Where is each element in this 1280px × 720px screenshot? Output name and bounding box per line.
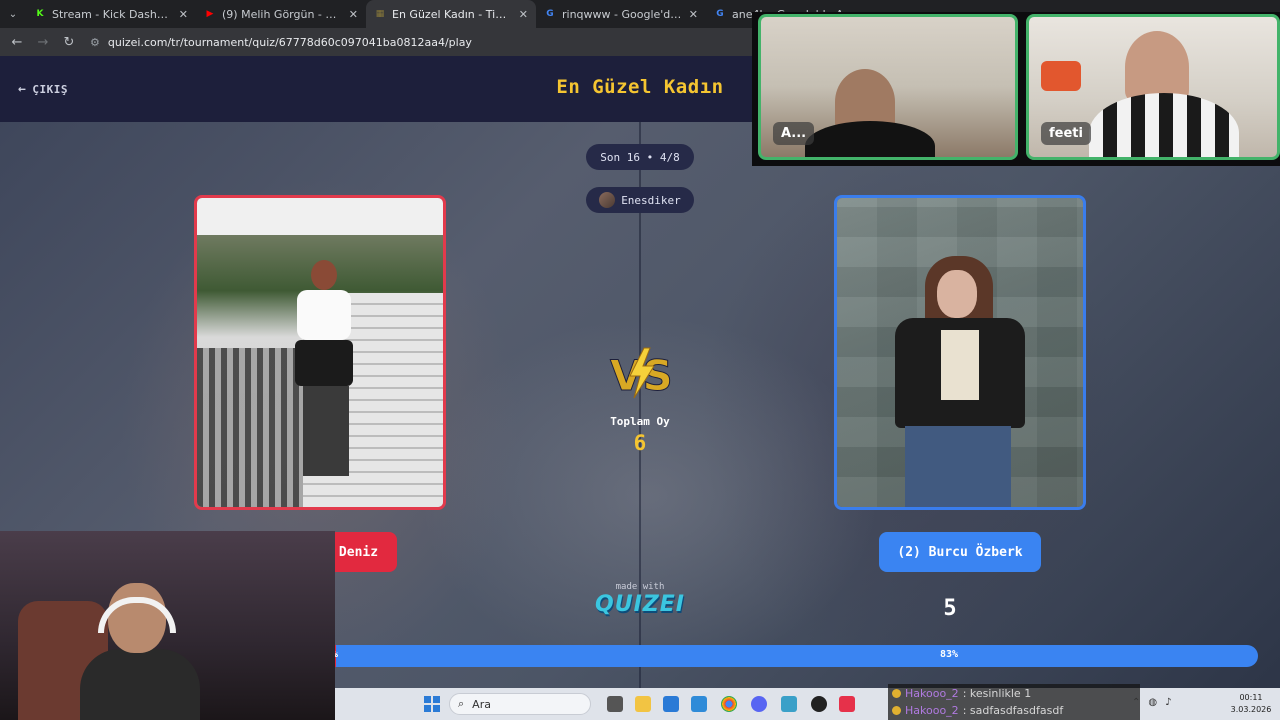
vote-progress-bar: % 83%	[320, 645, 1258, 667]
avatar	[599, 192, 616, 208]
chat-username: Hakooo_2	[905, 704, 959, 717]
search-icon: ⌕	[458, 697, 465, 710]
forward-button[interactable]: →	[32, 31, 54, 53]
app-icon[interactable]	[839, 696, 855, 712]
close-icon[interactable]: ✕	[179, 8, 188, 21]
made-with-label: made with	[615, 582, 665, 592]
username: Enesdiker	[621, 193, 681, 207]
chat-message: Hakooo_2 : sadfasdfasdfasdf	[892, 702, 1136, 719]
store-icon[interactable]	[663, 696, 679, 712]
chat-overlay: Hakooo_2 : kesinlikle 1 Hakooo_2 : sadfa…	[888, 684, 1140, 720]
right-contestant-name-button[interactable]: (2) Burcu Özberk	[879, 532, 1041, 572]
discord-icon[interactable]	[751, 696, 767, 712]
chat-text: : sadfasdfasdfasdf	[962, 704, 1064, 717]
google-icon: G	[546, 9, 554, 19]
site-info-icon[interactable]: ⚙	[90, 36, 100, 49]
badge-icon	[892, 689, 901, 698]
left-contestant-photo	[197, 198, 443, 507]
notepad-icon[interactable]	[781, 696, 797, 712]
system-clock[interactable]: 00:11 3.03.2026	[1226, 692, 1276, 716]
file-explorer-icon[interactable]	[635, 696, 651, 712]
arrow-left-icon: ←	[18, 82, 27, 97]
back-button[interactable]: ←	[6, 31, 28, 53]
close-icon[interactable]: ✕	[689, 8, 698, 21]
exit-label: ÇIKIŞ	[32, 83, 68, 96]
tab-title: rinqwww - Google'da Ara	[562, 7, 683, 21]
volume-icon[interactable]: ♪	[1165, 697, 1171, 708]
total-votes-value: 6	[633, 431, 647, 455]
tab-list: K Stream - Kick Dashboard ✕ ▶ (9) Melih Görg…	[26, 0, 876, 28]
chat-text: : kesinlikle 1	[962, 687, 1032, 700]
right-contestant-photo	[837, 198, 1083, 507]
obs-icon[interactable]	[811, 696, 827, 712]
round-badge: Son 16 • 4/8	[586, 144, 694, 170]
close-icon[interactable]: ✕	[519, 8, 528, 21]
browser-tab[interactable]: Grinqwww - Google'da Ara ✕	[536, 0, 706, 28]
chat-username: Hakooo_2	[905, 687, 959, 700]
taskbar-search-input[interactable]: ⌕ Ara	[449, 693, 591, 715]
versus-icon: VS	[610, 347, 672, 400]
right-vote-percent: 83%	[940, 649, 959, 660]
browser-tab[interactable]: ▶ (9) Melih Görgün - 14 Bahar (O ✕	[196, 0, 366, 28]
system-tray: ⌃ ◍ ♪	[1132, 697, 1172, 708]
network-icon[interactable]: ◍	[1148, 697, 1157, 708]
exit-button[interactable]: ← ÇIKIŞ	[18, 82, 68, 97]
quiz-title: En Güzel Kadın	[556, 76, 724, 98]
clock-date: 3.03.2026	[1230, 705, 1272, 714]
youtube-icon: ▶	[206, 9, 214, 19]
outlook-icon[interactable]	[691, 696, 707, 712]
task-view-icon[interactable]	[607, 696, 623, 712]
reload-button[interactable]: ↻	[58, 31, 80, 53]
left-contestant-card[interactable]	[194, 195, 446, 510]
tab-list-button[interactable]: ⌄	[0, 0, 26, 28]
webcam-participant-2: feeti	[1026, 14, 1280, 160]
kick-icon: K	[36, 9, 44, 19]
chat-message: Hakooo_2 : kesinlikle 1	[892, 685, 1136, 702]
webcam-name-label: A...	[773, 122, 815, 145]
badge-icon	[892, 706, 901, 715]
quizei-icon: ▦	[375, 9, 385, 19]
browser-tab[interactable]: ▦ En Güzel Kadın - Tier List, Kör S ✕	[366, 0, 536, 28]
quizei-logo[interactable]: QUIZEI	[580, 592, 700, 617]
chrome-icon[interactable]	[721, 696, 737, 712]
url-field[interactable]: ⚙ quizei.com/tr/tournament/quiz/67778d60…	[90, 36, 472, 49]
tab-title: En Güzel Kadın - Tier List, Kör S	[392, 7, 513, 21]
clock-time: 00:11	[1239, 693, 1263, 702]
right-contestant-card[interactable]	[834, 195, 1086, 510]
taskbar-search-placeholder: Ara	[472, 697, 491, 711]
webcam-name-label: feeti	[1041, 122, 1091, 145]
browser-tab[interactable]: K Stream - Kick Dashboard ✕	[26, 0, 196, 28]
close-icon[interactable]: ✕	[349, 8, 358, 21]
windows-start-icon[interactable]	[424, 696, 440, 712]
google-icon: G	[716, 9, 724, 19]
chevron-up-icon[interactable]: ⌃	[1132, 697, 1140, 708]
tab-title: Stream - Kick Dashboard	[52, 7, 173, 21]
streamer-webcam	[0, 531, 335, 720]
tab-title: (9) Melih Görgün - 14 Bahar (O	[222, 7, 343, 21]
right-vote-count: 5	[943, 596, 957, 621]
total-votes-label: Toplam Oy	[610, 415, 670, 428]
url-text: quizei.com/tr/tournament/quiz/67778d60c0…	[107, 35, 472, 49]
webcam-participant-1: A...	[758, 14, 1018, 160]
user-badge: Enesdiker	[586, 187, 694, 213]
